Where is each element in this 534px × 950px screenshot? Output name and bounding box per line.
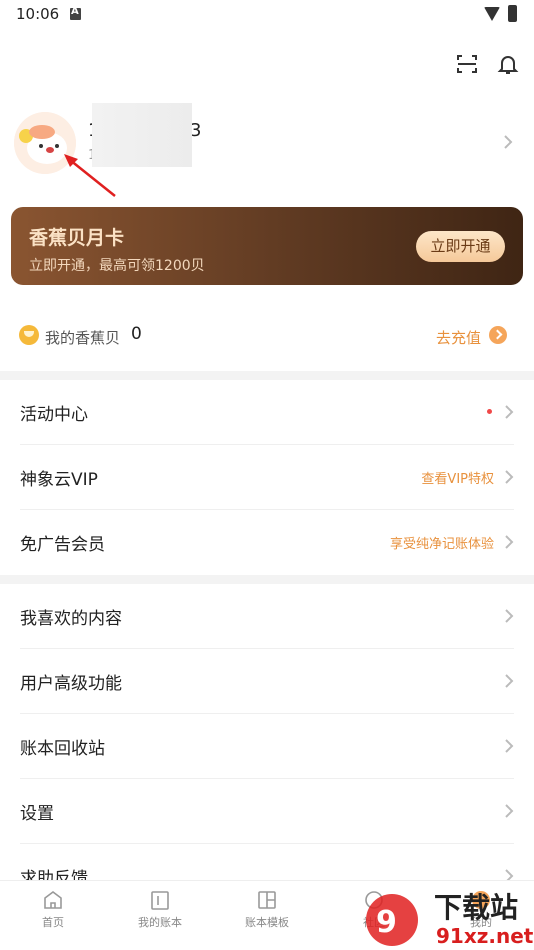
menu-item-advanced-features[interactable]: 用户高级功能 bbox=[0, 649, 534, 714]
menu-item-label: 账本回收站 bbox=[20, 739, 105, 759]
section-divider bbox=[0, 371, 534, 380]
notification-icon bbox=[70, 6, 81, 20]
menu-item-favorites[interactable]: 我喜欢的内容 bbox=[0, 584, 534, 649]
recharge-link[interactable]: 去充值 bbox=[436, 327, 481, 348]
vip-card-subtitle: 立即开通，最高可领1200贝 bbox=[29, 258, 205, 274]
nav-label: 首页 bbox=[42, 916, 64, 929]
scan-icon[interactable] bbox=[455, 52, 479, 76]
chevron-right-icon bbox=[505, 535, 514, 549]
bell-icon[interactable] bbox=[496, 52, 520, 76]
menu-item-cloud-vip[interactable]: 神象云VIP 查看VIP特权 bbox=[0, 445, 534, 510]
menu-item-recycle-bin[interactable]: 账本回收站 bbox=[0, 714, 534, 779]
battery-icon bbox=[508, 5, 517, 22]
watermark-domain: 91xz.net bbox=[436, 924, 534, 948]
status-time: 10:06 bbox=[16, 5, 60, 23]
nav-tab-my-ledgers[interactable]: 我的账本 bbox=[120, 889, 200, 930]
template-grid-icon bbox=[258, 891, 276, 909]
balance-value: 0 bbox=[131, 324, 142, 344]
nav-label: 我的账本 bbox=[138, 916, 182, 929]
profile-chevron-right-icon[interactable] bbox=[502, 134, 514, 150]
home-icon bbox=[44, 891, 62, 909]
open-now-button[interactable]: 立即开通 bbox=[416, 231, 505, 262]
menu-item-label: 神象云VIP bbox=[20, 470, 98, 490]
nav-tab-templates[interactable]: 账本模板 bbox=[227, 889, 307, 930]
chevron-right-icon bbox=[505, 470, 514, 484]
chevron-right-icon bbox=[505, 739, 514, 753]
nav-label: 账本模板 bbox=[245, 916, 289, 929]
vip-card-title: 香蕉贝月卡 bbox=[29, 227, 125, 249]
recharge-arrow-icon[interactable] bbox=[489, 326, 507, 344]
chevron-right-icon bbox=[505, 405, 514, 419]
chevron-right-icon bbox=[505, 804, 514, 818]
annotation-arrow-icon bbox=[64, 154, 116, 197]
watermark-logo: 9 下载站 91xz.net bbox=[362, 884, 534, 950]
section-divider bbox=[0, 575, 534, 584]
chevron-right-icon bbox=[505, 609, 514, 623]
menu-item-activity-center[interactable]: 活动中心 bbox=[0, 380, 534, 445]
svg-text:9: 9 bbox=[376, 905, 397, 940]
ledger-book-icon bbox=[151, 891, 169, 910]
chevron-right-icon bbox=[505, 674, 514, 688]
status-bar: 10:06 bbox=[0, 0, 534, 30]
menu-item-hint: 享受纯净记账体验 bbox=[389, 537, 494, 552]
menu-item-label: 活动中心 bbox=[20, 405, 88, 425]
menu-item-settings[interactable]: 设置 bbox=[0, 779, 534, 844]
menu-item-label: 我喜欢的内容 bbox=[20, 609, 122, 629]
new-dot-badge bbox=[487, 409, 492, 414]
vip-month-card[interactable]: 香蕉贝月卡 立即开通，最高可领1200贝 立即开通 bbox=[11, 207, 523, 285]
menu-item-hint: 查看VIP特权 bbox=[421, 472, 494, 487]
banana-coin-icon bbox=[19, 325, 39, 345]
wifi-icon bbox=[484, 7, 500, 21]
menu-item-label: 用户高级功能 bbox=[20, 674, 122, 694]
nav-tab-home[interactable]: 首页 bbox=[13, 889, 93, 930]
balance-label: 我的香蕉贝 bbox=[45, 329, 121, 347]
menu-item-label: 设置 bbox=[20, 804, 54, 824]
watermark-brand: 下载站 bbox=[434, 891, 519, 924]
menu-item-ad-free[interactable]: 免广告会员 享受纯净记账体验 bbox=[0, 510, 534, 575]
menu-item-label: 免广告会员 bbox=[20, 535, 105, 555]
